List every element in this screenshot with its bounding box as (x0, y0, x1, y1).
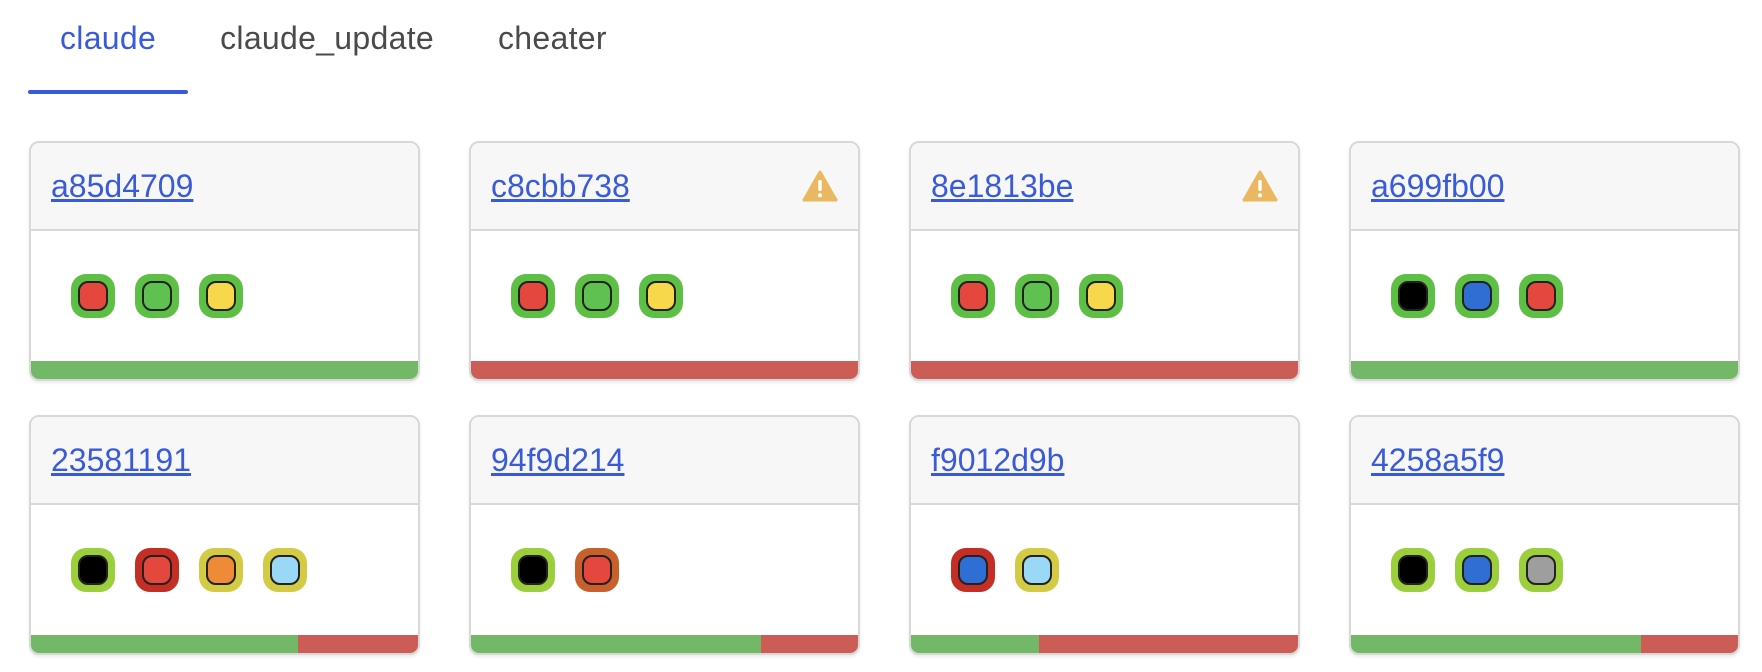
run-card: 4258a5f9 (1349, 415, 1740, 655)
status-dot[interactable] (511, 548, 555, 592)
status-dot[interactable] (263, 548, 307, 592)
status-dot[interactable] (1015, 548, 1059, 592)
card-header: 8e1813be (911, 143, 1298, 231)
status-dots (31, 231, 418, 361)
status-dot[interactable] (1519, 548, 1563, 592)
status-dot[interactable] (135, 274, 179, 318)
result-bar-pass (911, 635, 1039, 653)
run-id-link[interactable]: c8cbb738 (491, 168, 630, 205)
status-dot[interactable] (1455, 548, 1499, 592)
status-dot[interactable] (1519, 274, 1563, 318)
status-dot[interactable] (71, 548, 115, 592)
status-dot[interactable] (951, 274, 995, 318)
result-bar-pass (31, 635, 299, 653)
tab-bar: claude claude_update cheater (28, 0, 639, 94)
result-bar-pass (471, 635, 762, 653)
result-bar-fail (1641, 635, 1738, 653)
status-dots (911, 231, 1298, 361)
run-id-link[interactable]: 4258a5f9 (1371, 442, 1504, 479)
card-header: f9012d9b (911, 417, 1298, 505)
card-header: a699fb00 (1351, 143, 1738, 231)
result-bar (471, 361, 858, 379)
result-bar-fail (298, 635, 418, 653)
status-dot[interactable] (575, 274, 619, 318)
result-bar-pass (1351, 635, 1642, 653)
run-card: 94f9d214 (469, 415, 860, 655)
tab-claude[interactable]: claude (28, 0, 189, 94)
status-dots (471, 505, 858, 635)
status-dot[interactable] (639, 274, 683, 318)
tab-cheater[interactable]: cheater (466, 0, 639, 94)
run-card: c8cbb738 (469, 141, 860, 381)
run-id-link[interactable]: 8e1813be (931, 168, 1073, 205)
result-bar (31, 635, 418, 653)
status-dot[interactable] (1455, 274, 1499, 318)
status-dots (1351, 231, 1738, 361)
card-header: c8cbb738 (471, 143, 858, 231)
result-bar (911, 361, 1298, 379)
status-dots (911, 505, 1298, 635)
card-header: a85d4709 (31, 143, 418, 231)
status-dot[interactable] (1391, 274, 1435, 318)
result-bar (1351, 635, 1738, 653)
status-dots (1351, 505, 1738, 635)
result-bar-pass (31, 361, 418, 379)
warning-icon (802, 170, 838, 202)
result-bar-pass (1351, 361, 1738, 379)
run-card: a699fb00 (1349, 141, 1740, 381)
result-bar-fail (761, 635, 858, 653)
run-id-link[interactable]: f9012d9b (931, 442, 1064, 479)
card-header: 23581191 (31, 417, 418, 505)
status-dot[interactable] (71, 274, 115, 318)
status-dot[interactable] (575, 548, 619, 592)
run-card: f9012d9b (909, 415, 1300, 655)
tab-claude-update[interactable]: claude_update (188, 0, 466, 94)
status-dot[interactable] (951, 548, 995, 592)
result-bar (1351, 361, 1738, 379)
result-bar (911, 635, 1298, 653)
run-card: 8e1813be (909, 141, 1300, 381)
card-grid: a85d4709 c8cbb738 8e1813be a699fb00 23581191… (29, 141, 1740, 655)
status-dots (31, 505, 418, 635)
result-bar (471, 635, 858, 653)
status-dot[interactable] (1079, 274, 1123, 318)
card-header: 94f9d214 (471, 417, 858, 505)
result-bar (31, 361, 418, 379)
status-dot[interactable] (199, 274, 243, 318)
status-dot[interactable] (1391, 548, 1435, 592)
result-bar-fail (471, 361, 858, 379)
status-dot[interactable] (1015, 274, 1059, 318)
run-id-link[interactable]: a85d4709 (51, 168, 193, 205)
result-bar-fail (911, 361, 1298, 379)
run-id-link[interactable]: a699fb00 (1371, 168, 1504, 205)
run-id-link[interactable]: 94f9d214 (491, 442, 624, 479)
run-id-link[interactable]: 23581191 (51, 442, 191, 479)
card-header: 4258a5f9 (1351, 417, 1738, 505)
run-card: 23581191 (29, 415, 420, 655)
status-dot[interactable] (511, 274, 555, 318)
result-bar-fail (1038, 635, 1298, 653)
warning-icon (1242, 170, 1278, 202)
status-dots (471, 231, 858, 361)
run-card: a85d4709 (29, 141, 420, 381)
status-dot[interactable] (135, 548, 179, 592)
status-dot[interactable] (199, 548, 243, 592)
